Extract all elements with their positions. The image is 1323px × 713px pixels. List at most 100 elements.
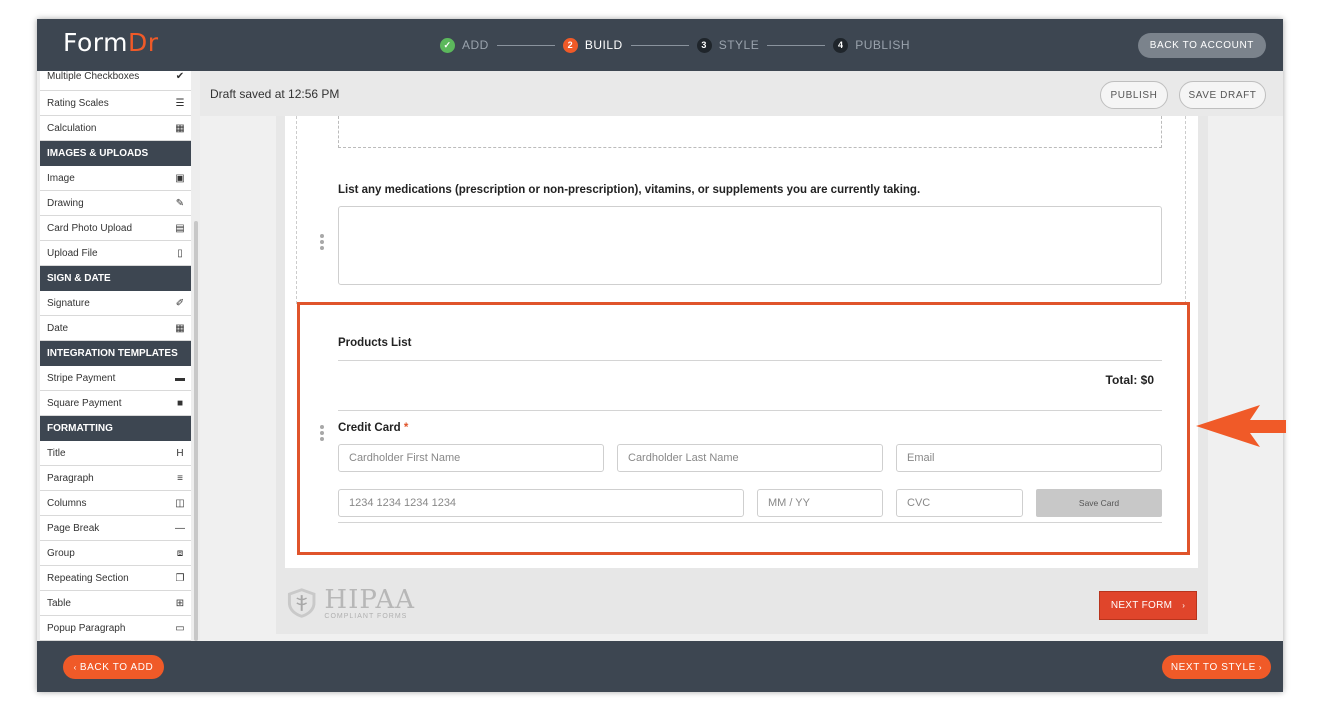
sidebar-item-upload-file[interactable]: Upload File ▯ [40,241,191,266]
credit-card-icon: ▬ [175,372,185,384]
paragraph-icon: ≡ [177,472,183,484]
products-list-highlight [297,302,1190,555]
step-build[interactable]: 2 BUILD [562,37,623,53]
sidebar-item-label: Drawing [47,197,84,209]
medications-textarea[interactable] [338,206,1162,285]
sidebar-item-date[interactable]: Date ▦ [40,316,191,341]
step-publish[interactable]: 4 PUBLISH [833,37,910,53]
formdr-logo[interactable]: FormDr [63,28,159,57]
card-cvc-input[interactable]: CVC [896,489,1023,517]
chevron-right-icon: › [1258,662,1263,672]
divider [338,360,1162,361]
sidebar-item-label: Date [47,322,69,334]
sidebar-item-label: Paragraph [47,472,94,484]
id-card-icon: ▤ [175,222,185,234]
bottom-nav-bar: ‹ BACK TO ADD NEXT TO STYLE › [37,641,1283,692]
sidebar-item-stripe-payment[interactable]: Stripe Payment ▬ [40,366,191,391]
back-to-add-button[interactable]: ‹ BACK TO ADD [63,655,164,679]
sidebar-item-card-photo-upload[interactable]: Card Photo Upload ▤ [40,216,191,241]
edit-icon: ✎ [175,197,185,209]
email-input[interactable]: Email [896,444,1162,472]
step-number-badge: 2 [562,37,578,53]
list-icon: ☰ [175,97,185,109]
sidebar-item-calculation[interactable]: Calculation ▦ [40,116,191,141]
field-palette-sidebar: Multiple Checkboxes ✔ Rating Scales ☰ Calcul… [37,71,200,641]
sidebar-item-label: Multiple Checkboxes [47,71,140,82]
sidebar-item-label: Title [47,447,66,459]
next-form-button[interactable]: NEXT FORM › [1099,591,1197,620]
sidebar-item-label: Stripe Payment [47,372,116,384]
wizard-steps: ✓ ADD 2 BUILD 3 STYLE 4 PUBLISH [440,37,910,53]
sidebar-item-image[interactable]: Image ▣ [40,166,191,191]
cardholder-last-name-input[interactable]: Cardholder Last Name [617,444,883,472]
sidebar-item-label: Popup Paragraph [47,622,126,634]
hipaa-compliant-badge: HIPAA COMPLIANT FORMS [285,585,415,621]
sidebar-item-group[interactable]: Group ⧈ [40,541,191,566]
divider [338,410,1162,411]
publish-button[interactable]: PUBLISH [1100,81,1168,109]
back-to-account-button[interactable]: BACK TO ACCOUNT [1137,33,1266,58]
sidebar-item-label: Signature [47,297,90,309]
annotation-arrow-icon [1196,405,1286,447]
columns-icon: ◫ [175,497,185,509]
draft-status-text: Draft saved at 12:56 PM [210,87,340,101]
section-border [296,116,297,304]
group-icon: ⧈ [176,547,184,559]
step-style[interactable]: 3 STYLE [696,37,760,53]
step-connector [630,44,689,46]
sidebar-item-signature[interactable]: Signature ✐ [40,291,191,316]
sidebar-item-label: Card Photo Upload [47,222,133,234]
field-palette-list: Multiple Checkboxes ✔ Rating Scales ☰ Calcul… [37,71,200,641]
card-expiry-input[interactable]: MM / YY [757,489,883,517]
next-to-style-button[interactable]: NEXT TO STYLE › [1162,655,1271,679]
image-icon: ▣ [175,172,185,184]
cardholder-first-name-input[interactable]: Cardholder First Name [338,444,604,472]
sidebar-item-multiple-checkboxes[interactable]: Multiple Checkboxes ✔ [40,71,191,91]
divider [338,522,1162,523]
calculator-icon: ▦ [175,122,185,134]
sidebar-item-label: Page Break [47,522,100,534]
sidebar-item-table[interactable]: Table ⊞ [40,591,191,616]
sidebar-section-header: IMAGES & UPLOADS [40,141,191,166]
step-number-badge: 4 [833,37,849,53]
sidebar-item-title[interactable]: Title H [40,441,191,466]
chevron-left-icon: ‹ [73,662,77,672]
sidebar-item-label: Square Payment [47,397,122,409]
sidebar-item-label: Columns [47,497,87,509]
shield-icon [287,588,316,618]
sidebar-scrollbar[interactable] [194,221,198,641]
sidebar-section-header: FORMATTING [40,416,191,441]
pencil-icon: ✐ [175,297,185,309]
sidebar-item-paragraph[interactable]: Paragraph ≡ [40,466,191,491]
sidebar-item-label: Rating Scales [47,97,109,109]
sidebar-item-label: Table [47,597,71,609]
checkmark-icon: ✔ [175,71,185,82]
save-draft-button[interactable]: SAVE DRAFT [1179,81,1266,109]
sidebar-item-popup-paragraph[interactable]: Popup Paragraph ▭ [40,616,191,641]
step-connector [767,44,826,46]
sidebar-item-square-payment[interactable]: Square Payment ■ [40,391,191,416]
chevron-right-icon: › [1182,601,1186,610]
sidebar-item-page-break[interactable]: Page Break — [40,516,191,541]
sidebar-item-label: Group [47,547,75,559]
previous-field-dropzone [338,116,1162,148]
drag-handle-icon[interactable] [320,234,324,250]
sidebar-item-label: Repeating Section [47,572,129,584]
sidebar-item-columns[interactable]: Columns ◫ [40,491,191,516]
drag-handle-icon[interactable] [320,425,324,441]
save-card-button[interactable]: Save Card [1036,489,1162,517]
sidebar-item-drawing[interactable]: Drawing ✎ [40,191,191,216]
step-add[interactable]: ✓ ADD [440,37,489,53]
sidebar-item-label: Image [47,172,75,184]
heading-icon: H [176,447,184,459]
top-nav-bar: FormDr ✓ ADD 2 BUILD 3 STYLE 4 PUBLISH B… [37,19,1283,71]
minus-icon: — [175,522,185,534]
sidebar-item-repeating-section[interactable]: Repeating Section ❐ [40,566,191,591]
sidebar-section-header: INTEGRATION TEMPLATES [40,341,191,366]
card-number-input[interactable]: 1234 1234 1234 1234 [338,489,744,517]
sidebar-item-label: Calculation [47,122,97,134]
square-icon: ■ [176,397,184,409]
sidebar-item-rating-scales[interactable]: Rating Scales ☰ [40,91,191,116]
popup-icon: ▭ [175,622,185,634]
sidebar-section-header: SIGN & DATE [40,266,191,291]
